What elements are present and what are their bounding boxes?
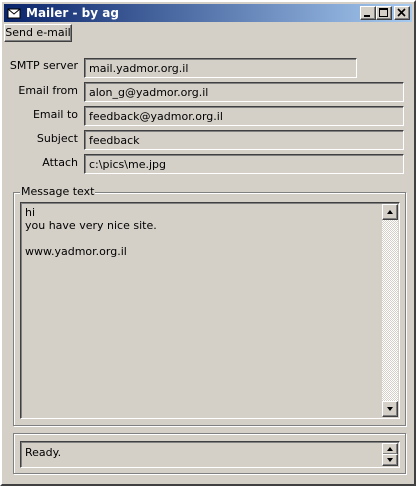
status-text: Ready. bbox=[25, 446, 62, 459]
arrow-up-icon bbox=[387, 447, 393, 451]
title-bar[interactable]: Mailer - by ag bbox=[4, 4, 412, 22]
minimize-icon bbox=[364, 15, 370, 17]
arrow-down-icon bbox=[387, 458, 393, 462]
email-to-label: Email to bbox=[32, 108, 78, 121]
message-line: www.yadmor.org.il bbox=[25, 245, 127, 258]
message-line bbox=[25, 232, 379, 245]
mail-app-icon bbox=[7, 6, 21, 20]
status-scroll-down-button[interactable] bbox=[382, 454, 398, 466]
close-button[interactable] bbox=[394, 6, 410, 20]
window-title: Mailer - by ag bbox=[26, 6, 119, 20]
maximize-button[interactable] bbox=[376, 6, 392, 20]
message-group: Message text hi you have very nice site.… bbox=[13, 185, 406, 426]
message-text: hi you have very nice site. www.yadmor.o… bbox=[25, 206, 379, 258]
message-textarea[interactable]: hi you have very nice site. www.yadmor.o… bbox=[20, 202, 400, 419]
attach-label: Attach bbox=[42, 156, 78, 169]
close-icon bbox=[397, 8, 406, 17]
email-from-label: Email from bbox=[18, 84, 78, 97]
message-line: hi bbox=[25, 206, 36, 219]
status-scrollbar[interactable] bbox=[382, 443, 398, 466]
scroll-up-button[interactable] bbox=[382, 204, 398, 220]
status-group: Ready. bbox=[13, 433, 406, 474]
message-line: you have very nice site. bbox=[25, 219, 157, 232]
email-to-field[interactable]: feedback@yadmor.org.il bbox=[84, 106, 404, 126]
send-email-button[interactable]: Send e-mail bbox=[4, 24, 72, 42]
arrow-up-icon bbox=[387, 210, 393, 214]
maximize-icon bbox=[379, 8, 388, 17]
attach-field[interactable]: c:\pics\me.jpg bbox=[84, 154, 404, 174]
minimize-button[interactable] bbox=[360, 6, 376, 20]
message-scrollbar[interactable] bbox=[382, 204, 398, 417]
mailer-window: Mailer - by ag Send e-mail SMTP server m… bbox=[0, 0, 416, 486]
subject-field[interactable]: feedback bbox=[84, 130, 404, 150]
message-group-title: Message text bbox=[20, 185, 96, 199]
smtp-server-label: SMTP server bbox=[9, 59, 78, 72]
arrow-down-icon bbox=[387, 407, 393, 411]
email-from-field[interactable]: alon_g@yadmor.org.il bbox=[84, 82, 404, 102]
subject-label: Subject bbox=[36, 132, 78, 145]
scroll-down-button[interactable] bbox=[382, 401, 398, 417]
smtp-server-field[interactable]: mail.yadmor.org.il bbox=[84, 58, 357, 78]
status-box[interactable]: Ready. bbox=[20, 441, 400, 468]
